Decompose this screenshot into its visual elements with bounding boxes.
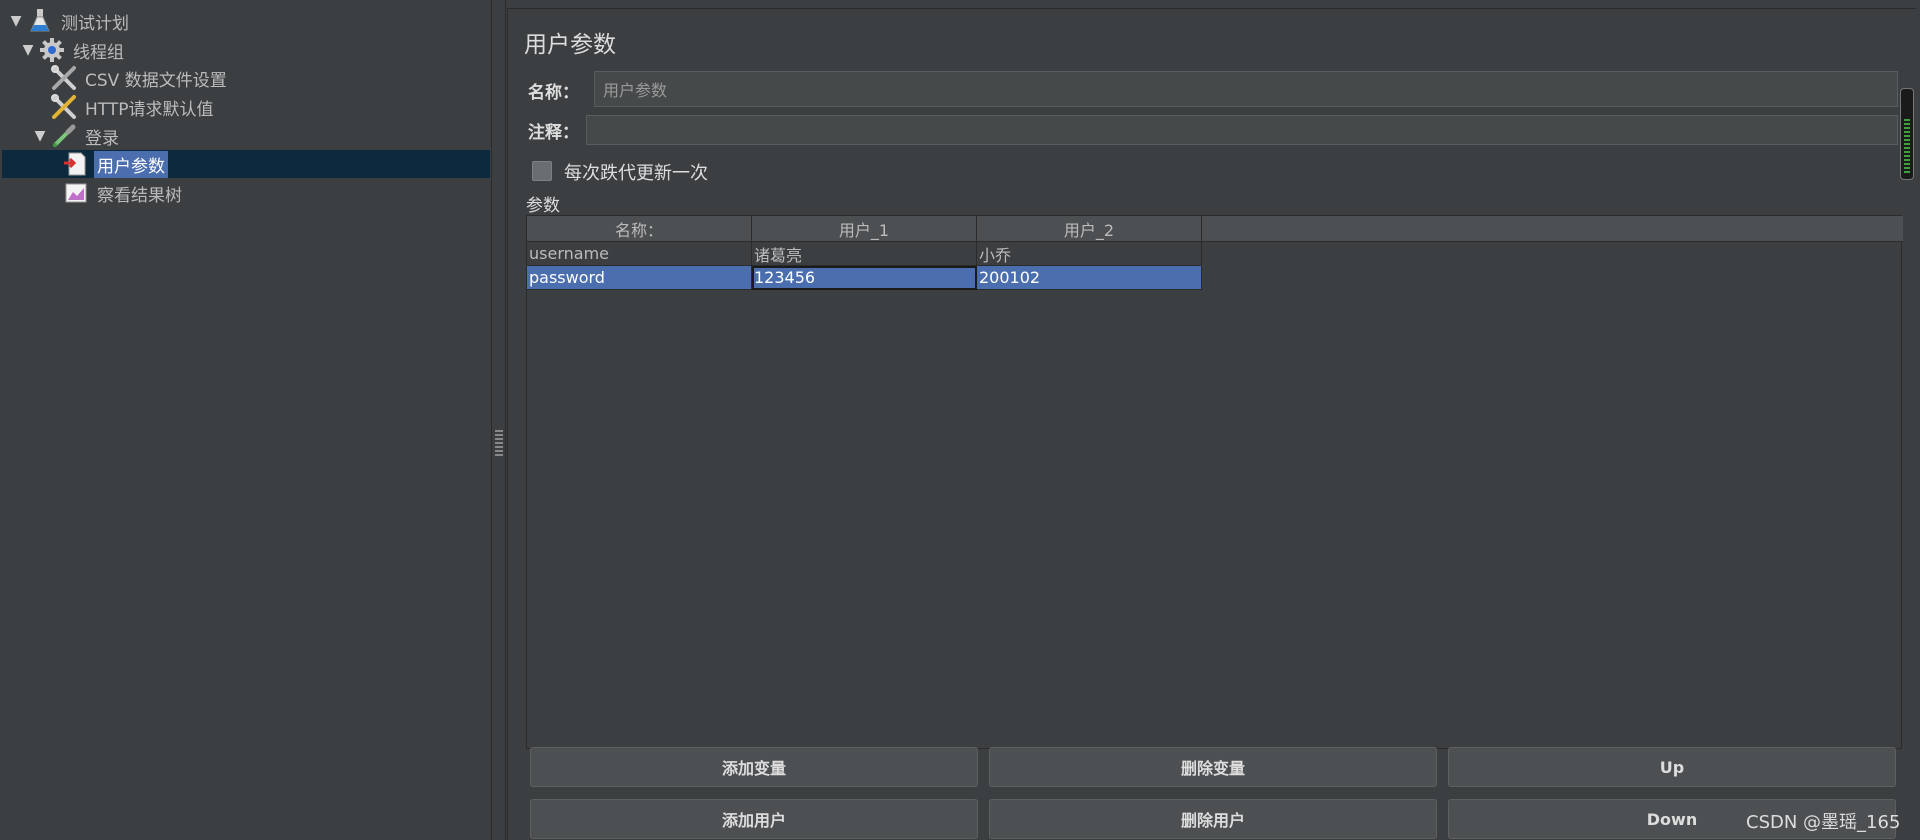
splitter-grip-icon[interactable] bbox=[495, 430, 503, 456]
tree-item-user-parameters[interactable]: 用户参数 bbox=[62, 150, 168, 178]
update-each-iteration-checkbox[interactable] bbox=[532, 161, 552, 181]
vertical-scrollbar-thumb[interactable] bbox=[1900, 88, 1914, 180]
page-title: 用户参数 bbox=[524, 32, 616, 58]
pipette-icon bbox=[50, 122, 78, 150]
column-header-user-2[interactable]: 用户_2 bbox=[977, 216, 1202, 242]
tree-item-label: 测试计划 bbox=[61, 13, 129, 34]
tree-item-label: 用户参数 bbox=[94, 150, 168, 178]
column-header-filler bbox=[1202, 216, 1903, 242]
update-each-iteration-label: 每次跌代更新一次 bbox=[564, 163, 708, 184]
tree-item-login[interactable]: ▼ 登录 bbox=[30, 122, 122, 150]
watermark: CSDN @墨瑶_165 bbox=[1746, 812, 1901, 833]
table-cell[interactable]: 123456 bbox=[752, 266, 977, 290]
add-variable-button[interactable]: 添加变量 bbox=[530, 747, 978, 787]
column-header-name[interactable]: 名称： bbox=[527, 216, 752, 242]
user-parameters-panel: 用户参数 名称： 用户参数 注释： 每次跌代更新一次 参数 名称： 用户_1 用… bbox=[507, 8, 1916, 840]
panel-splitter[interactable] bbox=[492, 0, 506, 840]
wrench-scissors-icon bbox=[50, 93, 78, 121]
tree-item-label: 登录 bbox=[85, 128, 119, 149]
add-user-button[interactable]: 添加用户 bbox=[530, 799, 978, 839]
table-cell[interactable]: password bbox=[527, 266, 752, 290]
table-cell[interactable]: username bbox=[527, 242, 752, 266]
name-label: 名称： bbox=[528, 83, 579, 103]
parameters-label: 参数 bbox=[526, 196, 560, 216]
tree-item-thread-group[interactable]: ▼ 线程组 bbox=[18, 36, 127, 64]
up-button[interactable]: Up bbox=[1448, 747, 1896, 787]
table-cell[interactable]: 小乔 bbox=[977, 242, 1202, 266]
expand-triangle-icon[interactable]: ▼ bbox=[30, 128, 50, 144]
delete-user-button[interactable]: 删除用户 bbox=[989, 799, 1437, 839]
expand-triangle-icon[interactable]: ▼ bbox=[6, 13, 26, 29]
tree-item-view-results-tree[interactable]: 察看结果树 bbox=[62, 179, 185, 207]
tree-item-label: 察看结果树 bbox=[97, 185, 182, 206]
parameters-table[interactable]: 名称： 用户_1 用户_2 username 诸葛亮 小乔 password 1… bbox=[526, 215, 1903, 749]
comment-label: 注释： bbox=[528, 123, 579, 143]
expand-triangle-icon[interactable]: ▼ bbox=[18, 42, 38, 58]
flask-icon bbox=[26, 7, 54, 35]
column-header-user-1[interactable]: 用户_1 bbox=[752, 216, 977, 242]
scrollbar-grip-icon bbox=[1904, 119, 1910, 173]
comment-field[interactable] bbox=[586, 115, 1898, 145]
chart-icon bbox=[62, 179, 90, 207]
tree-item-http-defaults[interactable]: HTTP请求默认值 bbox=[50, 93, 217, 121]
tree-panel: ▼ 测试计划 ▼ 线程组 CSV 数据文件设置 HTTP请求默认值 ▼ 登录 用… bbox=[0, 0, 492, 840]
wrench-scissors-icon bbox=[50, 64, 78, 92]
tree-item-label: CSV 数据文件设置 bbox=[85, 70, 227, 91]
document-arrow-icon bbox=[62, 150, 90, 178]
gear-icon bbox=[38, 36, 66, 64]
tree-item-label: 线程组 bbox=[73, 42, 124, 63]
delete-variable-button[interactable]: 删除变量 bbox=[989, 747, 1437, 787]
tree-item-csv-data-set[interactable]: CSV 数据文件设置 bbox=[50, 64, 230, 92]
tree-item-test-plan[interactable]: ▼ 测试计划 bbox=[6, 7, 132, 35]
name-field-value: 用户参数 bbox=[603, 81, 668, 100]
name-field[interactable]: 用户参数 bbox=[594, 71, 1898, 107]
table-cell[interactable]: 200102 bbox=[977, 266, 1202, 290]
tree-item-label: HTTP请求默认值 bbox=[85, 99, 214, 120]
table-cell[interactable]: 诸葛亮 bbox=[752, 242, 977, 266]
